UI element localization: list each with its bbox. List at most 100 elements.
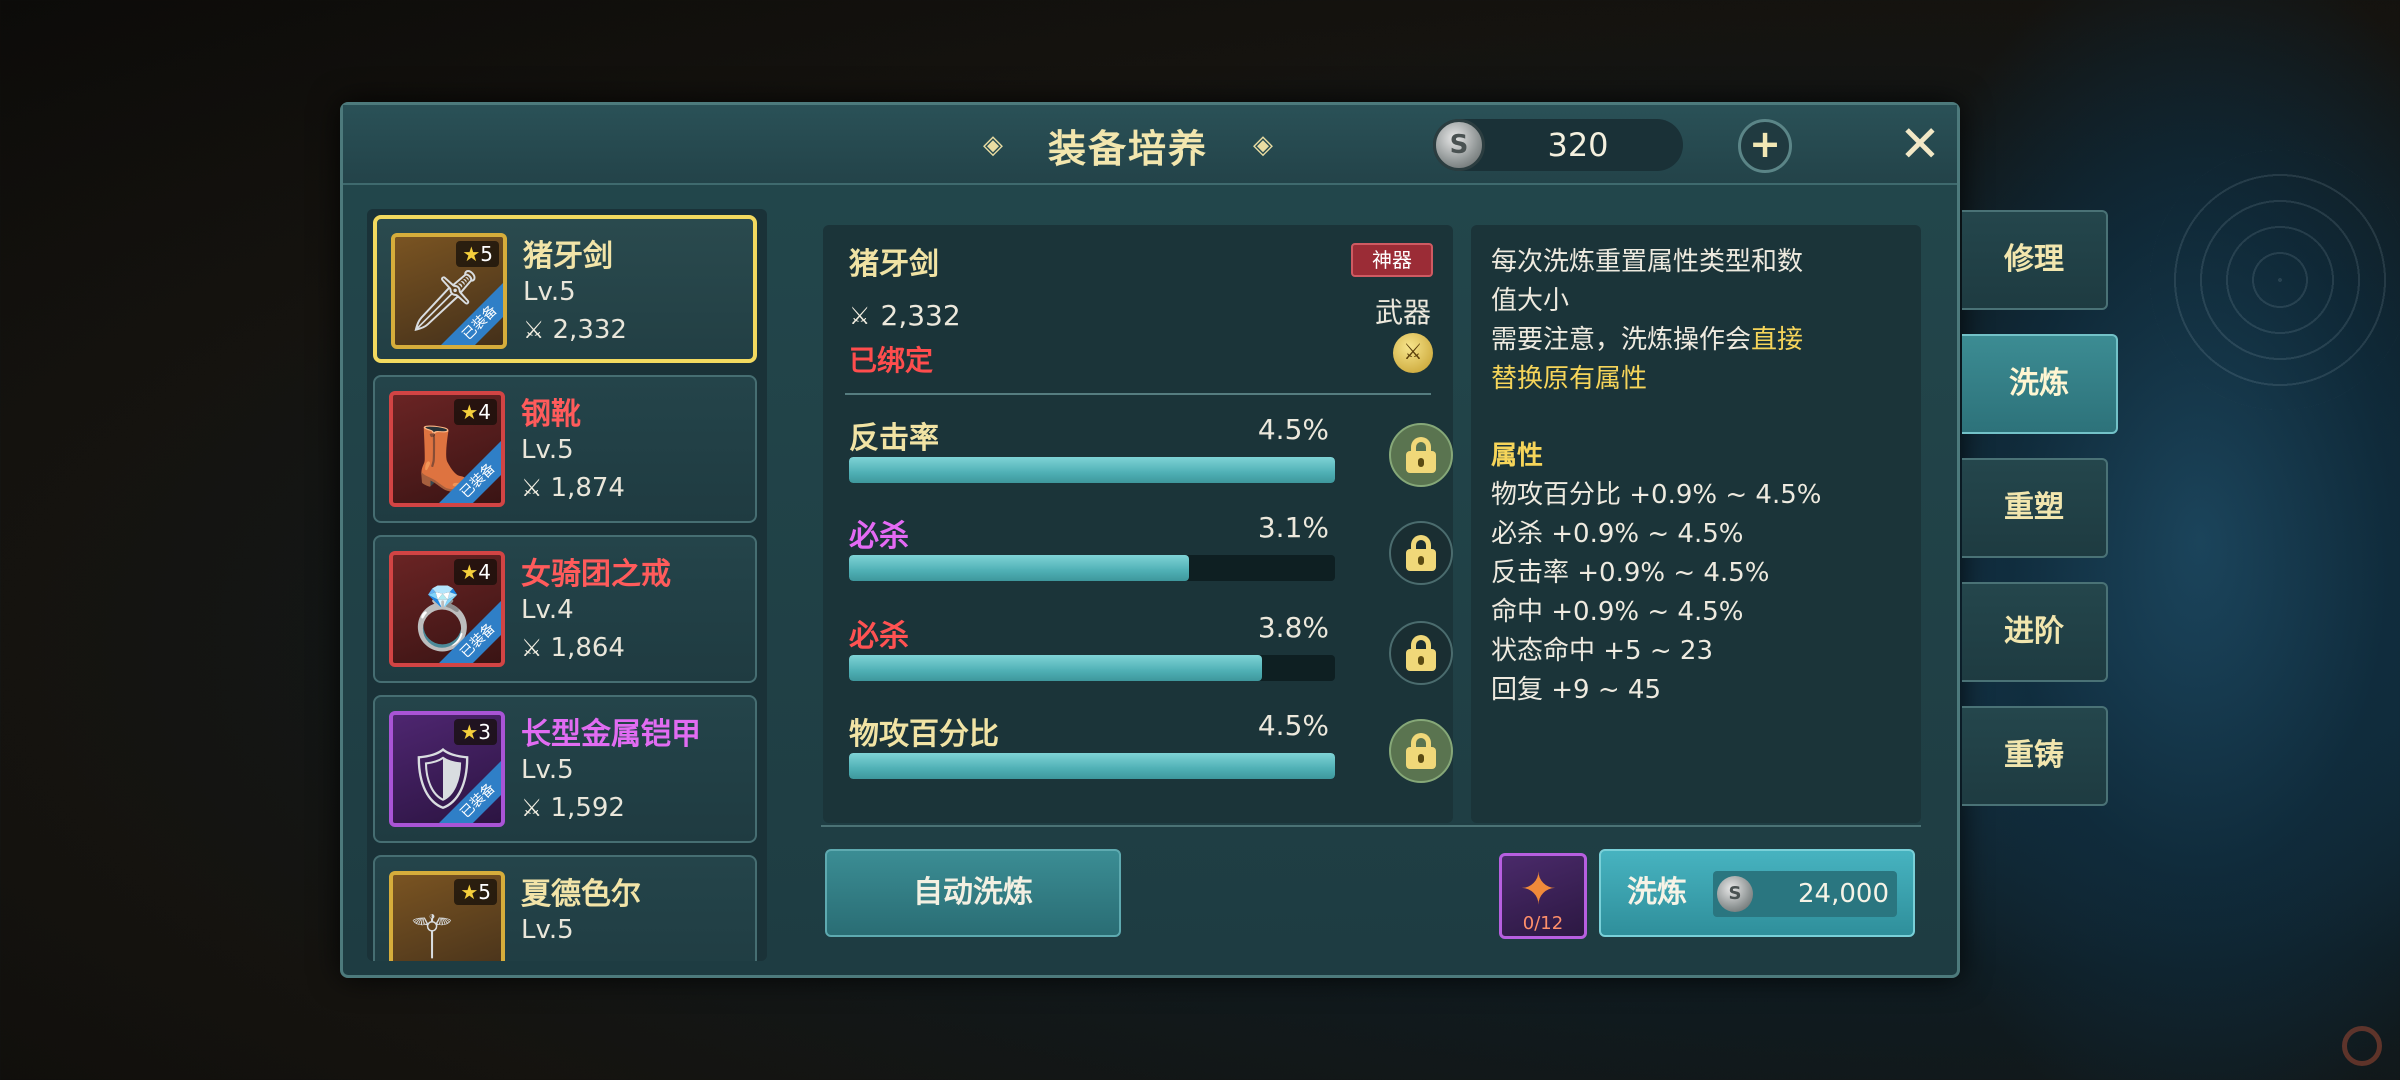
attribute-value: 4.5% — [1257, 413, 1329, 446]
attribute-name: 必杀 — [849, 519, 909, 554]
attribute-lock-toggle[interactable] — [1389, 621, 1453, 685]
crossed-swords-icon: ⚔ — [521, 794, 543, 822]
title-wrap: ◈ 装备培养 ◈ — [983, 117, 1273, 173]
refine-cost-value: 24,000 — [1798, 879, 1889, 909]
star-badge: ★5 — [456, 241, 499, 267]
attribute-row: 必杀 3.1% — [849, 511, 1453, 601]
item-level: Lv.5 — [521, 915, 574, 945]
refine-material-slot[interactable]: ✦ 0/12 — [1499, 853, 1587, 939]
list-item[interactable]: ⚚ ★5 夏德色尔 Lv.5 — [373, 855, 757, 961]
attribute-range: 状态命中 +5 ~ 23 — [1491, 636, 1713, 666]
divider — [845, 393, 1431, 395]
star-badge: ★5 — [454, 879, 497, 905]
star-badge: ★4 — [454, 559, 497, 585]
crossed-swords-icon: ⚔ — [523, 316, 545, 344]
close-button[interactable]: ✕ — [1895, 119, 1945, 169]
equipment-dialog: ◈ 装备培养 ◈ S 320 + ✕ 🗡 ★5 已装备 猪牙剑 Lv.5 ⚔ 2,… — [340, 102, 1960, 978]
title-ornament-right-icon: ◈ — [1252, 130, 1273, 160]
weapon-type-icon: ⚔ — [1393, 333, 1433, 373]
list-item[interactable]: 👢 ★4 已装备 钢靴 Lv.5 ⚔ 1,874 — [373, 375, 757, 523]
tab-recast[interactable]: 重铸 — [1962, 706, 2108, 806]
equipment-list[interactable]: 🗡 ★5 已装备 猪牙剑 Lv.5 ⚔ 2,332 👢 ★4 已装备 钢靴 Lv.… — [367, 209, 767, 961]
lock-icon — [1406, 437, 1436, 473]
silver-coin-icon: S — [1433, 119, 1485, 171]
currency-display: S 320 — [1433, 119, 1683, 171]
rarity-badge: 神器 — [1351, 243, 1433, 277]
item-name: 长型金属铠甲 — [521, 717, 701, 752]
attribute-range: 物攻百分比 +0.9% ~ 4.5% — [1491, 480, 1822, 510]
attribute-value: 3.1% — [1257, 511, 1329, 544]
dialog-header: ◈ 装备培养 ◈ S 320 + ✕ — [343, 105, 1957, 185]
unlock-icon — [1406, 635, 1436, 671]
item-level: Lv.5 — [523, 277, 576, 307]
tab-repair[interactable]: 修理 — [1962, 210, 2108, 310]
attribute-name: 必杀 — [849, 619, 909, 654]
item-power: ⚔ 1,864 — [521, 633, 625, 663]
refine-button-label: 洗炼 — [1627, 875, 1687, 910]
item-level: Lv.5 — [521, 435, 574, 465]
item-icon: 👢 ★4 已装备 — [389, 391, 505, 507]
item-power: ⚔ 2,332 — [523, 315, 627, 345]
refine-info-panel: 每次洗炼重置属性类型和数 值大小 需要注意，洗炼操作会直接 替换原有属性 属性 … — [1471, 225, 1921, 823]
description-line: 每次洗炼重置属性类型和数 — [1491, 247, 1804, 277]
watermark — [2342, 1026, 2382, 1066]
item-name: 夏德色尔 — [521, 877, 641, 912]
background-spiderweb — [2150, 150, 2400, 410]
detail-power: ⚔ 2,332 — [849, 299, 961, 332]
add-currency-button[interactable]: + — [1738, 119, 1792, 173]
refine-button[interactable]: 洗炼 S 24,000 — [1599, 849, 1915, 937]
attribute-row: 物攻百分比 4.5% — [849, 709, 1453, 799]
auto-refine-button[interactable]: 自动洗炼 — [825, 849, 1121, 937]
attribute-row: 必杀 3.8% — [849, 611, 1453, 701]
attribute-range: 命中 +0.9% ~ 4.5% — [1491, 597, 1744, 627]
item-type: 武器 — [1375, 296, 1432, 329]
divider — [821, 825, 1921, 827]
crossed-swords-icon: ⚔ — [521, 474, 543, 502]
attribute-name: 物攻百分比 — [849, 717, 999, 752]
bound-status: 已绑定 — [849, 344, 934, 377]
attribute-lock-toggle[interactable] — [1389, 423, 1453, 487]
tab-advance[interactable]: 进阶 — [1962, 582, 2108, 682]
silver-coin-icon: S — [1717, 876, 1753, 912]
tab-refine[interactable]: 洗炼 — [1962, 334, 2118, 434]
attribute-bar — [849, 555, 1335, 581]
attribute-lock-toggle[interactable] — [1389, 719, 1453, 783]
item-detail-panel: 猪牙剑 神器 ⚔ 2,332 已绑定 武器 ⚔ 反击率 4.5% 必杀 3.1% … — [823, 225, 1453, 823]
attribute-bar-fill — [849, 555, 1190, 581]
list-item[interactable]: 💍 ★4 已装备 女骑团之戒 Lv.4 ⚔ 1,864 — [373, 535, 757, 683]
item-icon: ⚚ ★5 — [389, 871, 505, 961]
item-name: 钢靴 — [521, 397, 581, 432]
attribute-bar-fill — [849, 655, 1263, 681]
attribute-bar — [849, 655, 1335, 681]
item-level: Lv.4 — [521, 595, 574, 625]
tab-reshape[interactable]: 重塑 — [1962, 458, 2108, 558]
crystal-icon: ✦ — [1520, 864, 1557, 915]
star-badge: ★4 — [454, 399, 497, 425]
item-power: ⚔ 1,874 — [521, 473, 625, 503]
list-item[interactable]: 🗡 ★5 已装备 猪牙剑 Lv.5 ⚔ 2,332 — [373, 215, 757, 363]
crossed-swords-icon: ⚔ — [849, 301, 871, 330]
attribute-row: 反击率 4.5% — [849, 413, 1453, 503]
star-badge: ★3 — [454, 719, 497, 745]
description-line: 需要注意，洗炼操作会直接 — [1491, 325, 1804, 355]
item-icon: 🗡 ★5 已装备 — [391, 233, 507, 349]
list-item[interactable]: 🛡 ★3 已装备 长型金属铠甲 Lv.5 ⚔ 1,592 — [373, 695, 757, 843]
item-name: 猪牙剑 — [523, 239, 613, 274]
currency-value: 320 — [1547, 126, 1609, 164]
attribute-name: 反击率 — [849, 421, 939, 456]
attribute-bar-fill — [849, 457, 1335, 483]
attribute-range: 回复 +9 ~ 45 — [1491, 675, 1661, 705]
item-level: Lv.5 — [521, 755, 574, 785]
attribute-lock-toggle[interactable] — [1389, 521, 1453, 585]
attribute-value: 3.8% — [1257, 611, 1329, 644]
refine-description: 每次洗炼重置属性类型和数 值大小 需要注意，洗炼操作会直接 替换原有属性 — [1491, 243, 1901, 399]
item-power: ⚔ 1,592 — [521, 793, 625, 823]
watermark-logo-icon — [2342, 1026, 2382, 1066]
unlock-icon — [1406, 535, 1436, 571]
item-name: 女骑团之戒 — [521, 557, 671, 592]
title-ornament-left-icon: ◈ — [983, 130, 1003, 160]
detail-item-name: 猪牙剑 — [849, 247, 939, 282]
lock-icon — [1406, 733, 1436, 769]
description-line: 值大小 — [1491, 286, 1570, 316]
attribute-bar — [849, 753, 1335, 779]
